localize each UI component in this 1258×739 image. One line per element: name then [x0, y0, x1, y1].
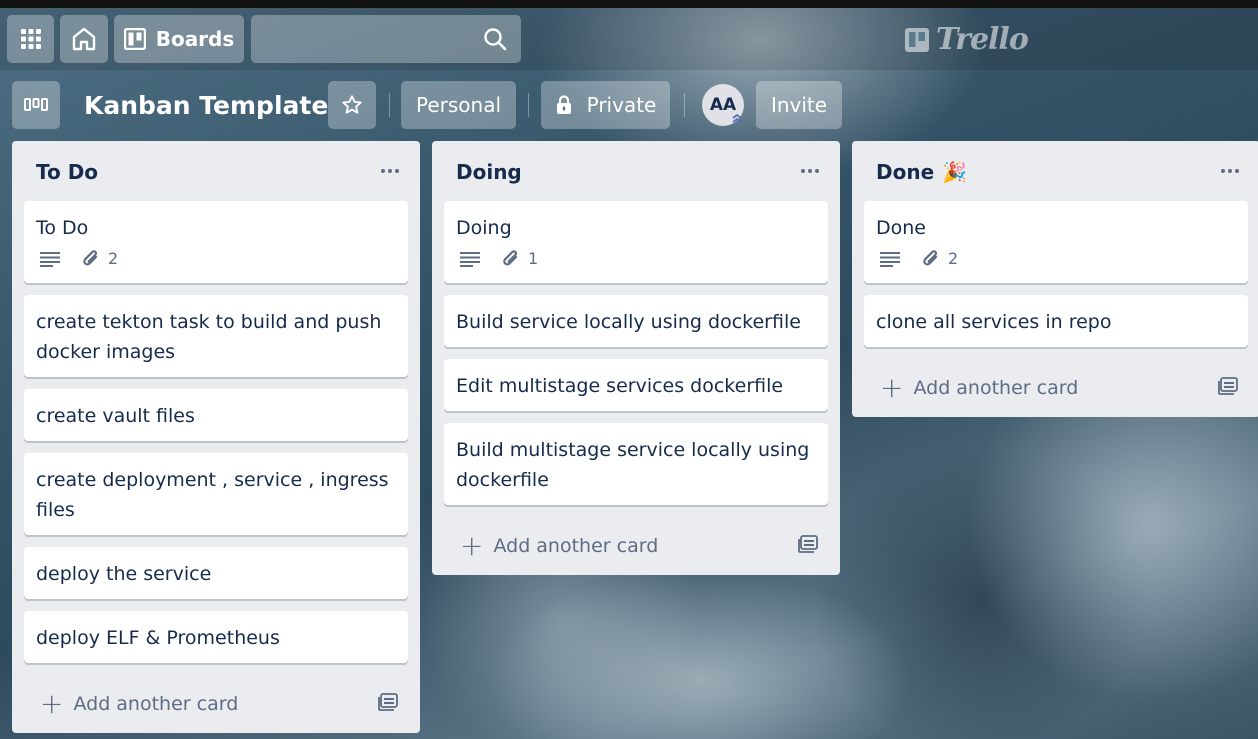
card[interactable]: Doing 1: [444, 201, 828, 283]
add-card-label: Add another card: [493, 535, 659, 557]
card-badges: 2: [40, 245, 396, 273]
search-icon[interactable]: [483, 27, 507, 51]
card-template-icon[interactable]: [798, 535, 818, 553]
add-card-button[interactable]: + Add another card: [852, 359, 1258, 417]
search-input[interactable]: [251, 15, 521, 63]
header-divider: [528, 93, 529, 117]
list-menu-icon[interactable]: [380, 161, 400, 181]
card-title: Build service locally using dockerfile: [456, 311, 801, 333]
card-title: deploy the service: [36, 563, 212, 585]
card[interactable]: Edit multistage services dockerfile: [444, 359, 828, 411]
privacy-button[interactable]: Private: [541, 81, 670, 129]
invite-label: Invite: [770, 93, 828, 117]
add-card-button[interactable]: + Add another card: [432, 517, 840, 575]
card[interactable]: To Do 2: [24, 201, 408, 283]
attachment-count: 1: [528, 249, 539, 268]
description-icon: [40, 252, 60, 267]
card-title: To Do: [36, 217, 89, 239]
card-title: Build multistage service locally using d…: [456, 439, 810, 491]
description-icon: [460, 252, 480, 267]
board-view-icon: [24, 98, 48, 111]
list-menu-icon[interactable]: [800, 161, 820, 181]
card-badges: 1: [460, 245, 816, 273]
attachment-count: 2: [108, 249, 119, 268]
card-title: Doing: [456, 217, 512, 239]
lock-icon: [556, 95, 571, 114]
card-template-icon[interactable]: [1218, 377, 1238, 395]
attachment-icon: [503, 250, 518, 266]
attachment-icon: [923, 250, 938, 266]
invite-button[interactable]: Invite: [756, 81, 842, 129]
card[interactable]: create vault files: [24, 389, 408, 441]
card[interactable]: create tekton task to build and push doc…: [24, 295, 408, 377]
attachment-icon: [83, 250, 98, 266]
card[interactable]: deploy the service: [24, 547, 408, 599]
admin-chevron-icon: [732, 113, 742, 123]
trello-logo-icon: [905, 27, 929, 52]
card-title: create deployment , service , ingress fi…: [36, 469, 389, 521]
card-title: create vault files: [36, 405, 195, 427]
card-title: deploy ELF & Prometheus: [36, 627, 280, 649]
card-badges: 2: [880, 245, 1236, 273]
header-divider: [684, 93, 685, 117]
card[interactable]: Done 2: [864, 201, 1248, 283]
card[interactable]: deploy ELF & Prometheus: [24, 611, 408, 663]
card-title: Done: [876, 217, 926, 239]
board-view-switcher[interactable]: [12, 81, 60, 129]
add-card-button[interactable]: + Add another card: [12, 675, 420, 733]
apps-menu-button[interactable]: [7, 15, 54, 63]
list-title: Done: [876, 160, 935, 184]
card-title: create tekton task to build and push doc…: [36, 311, 382, 363]
list-header: Doing: [432, 141, 840, 201]
card-title: Edit multistage services dockerfile: [456, 375, 784, 397]
star-board-button[interactable]: [328, 81, 376, 129]
card[interactable]: clone all services in repo: [864, 295, 1248, 347]
list-menu-icon[interactable]: [1220, 161, 1240, 181]
description-icon: [880, 252, 900, 267]
card[interactable]: create deployment , service , ingress fi…: [24, 453, 408, 535]
list-doing: Doing Doing 1 Build service locally usin…: [432, 141, 840, 575]
member-avatar[interactable]: AA: [702, 84, 744, 126]
home-button[interactable]: [60, 15, 108, 63]
list-title[interactable]: Doing: [456, 160, 522, 184]
party-emoji: 🎉: [942, 160, 968, 184]
board-title[interactable]: Kanban Template: [84, 88, 328, 124]
trello-logo-text: Trello: [936, 22, 1029, 57]
add-card-label: Add another card: [913, 377, 1079, 399]
team-visibility-button[interactable]: Personal: [401, 81, 516, 129]
list-title-wrapper[interactable]: Done 🎉: [876, 160, 967, 184]
header-divider: [389, 93, 390, 117]
plus-icon: +: [460, 529, 484, 562]
card-template-icon[interactable]: [378, 693, 398, 711]
boards-button[interactable]: Boards: [114, 15, 244, 63]
plus-icon: +: [40, 687, 64, 720]
trello-logo[interactable]: Trello: [904, 22, 1029, 57]
list-done: Done 🎉 Done 2 clone all services in repo…: [852, 141, 1258, 417]
card[interactable]: Build multistage service locally using d…: [444, 423, 828, 505]
plus-icon: +: [880, 371, 904, 404]
card-title: clone all services in repo: [876, 311, 1112, 333]
star-icon: [342, 95, 362, 114]
attachment-count: 2: [948, 249, 959, 268]
list-to-do: To Do To Do 2 create tekton task to buil…: [12, 141, 420, 733]
list-header: Done 🎉: [852, 141, 1258, 201]
privacy-label: Private: [586, 93, 657, 117]
board-icon: [123, 28, 146, 50]
list-title[interactable]: To Do: [36, 160, 98, 184]
team-label: Personal: [415, 93, 502, 117]
apps-grid-icon: [20, 29, 41, 49]
search-bar[interactable]: [251, 15, 521, 63]
card[interactable]: Build service locally using dockerfile: [444, 295, 828, 347]
add-card-label: Add another card: [73, 693, 239, 715]
window-top-strip: [0, 0, 1258, 8]
boards-label: Boards: [155, 27, 235, 51]
home-icon: [72, 27, 96, 51]
list-header: To Do: [12, 141, 420, 201]
